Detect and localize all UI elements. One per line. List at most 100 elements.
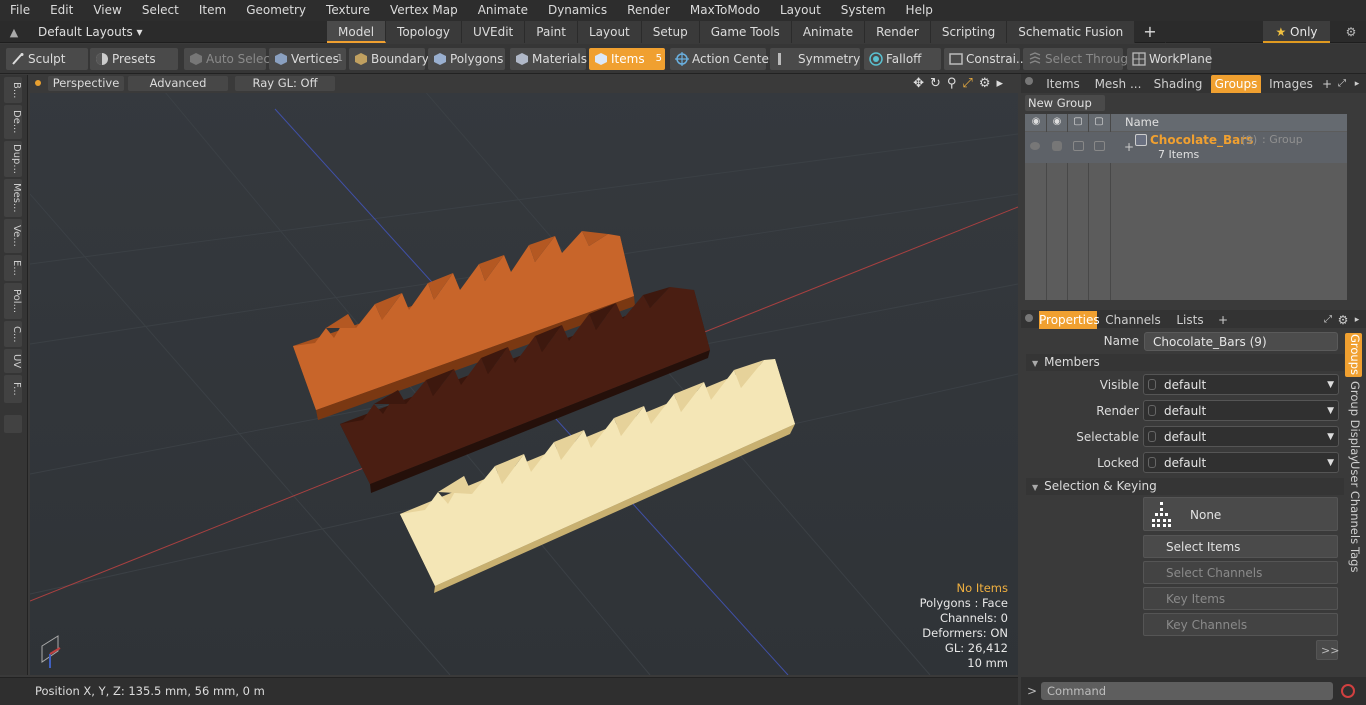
new-group-button[interactable]: New Group <box>1025 95 1105 111</box>
gear-icon[interactable]: ⚙ <box>1336 21 1366 43</box>
panel-popout-icon[interactable]: ⤢ <box>1335 75 1349 93</box>
name-field[interactable]: Chocolate_Bars (9) <box>1144 332 1338 351</box>
tab-groups[interactable]: Groups <box>1211 75 1261 93</box>
tab-topology[interactable]: Topology <box>386 21 463 43</box>
viewport-expand-icon[interactable]: ▸ <box>996 75 1003 92</box>
groups-scrollbar[interactable] <box>1350 114 1362 300</box>
rotate-view-icon[interactable]: ↻ <box>930 75 941 92</box>
tab-channels[interactable]: Channels <box>1103 311 1163 329</box>
polygons-button[interactable]: Polygons <box>428 48 505 70</box>
tab-images[interactable]: Images <box>1265 75 1317 93</box>
menu-render[interactable]: Render <box>617 0 680 21</box>
constraints-button[interactable]: Constrai... <box>944 48 1027 70</box>
viewport-menu-icon[interactable] <box>35 80 41 86</box>
record-macro-icon[interactable] <box>1341 684 1355 698</box>
side-tab-tags[interactable]: Tags <box>1345 545 1362 575</box>
panel-expand-icon[interactable]: ▸ <box>1351 75 1363 93</box>
vertices-button[interactable]: Vertices 1 <box>269 48 346 70</box>
menu-texture[interactable]: Texture <box>316 0 380 21</box>
strip-tab-mesh[interactable]: Mes... <box>4 179 22 217</box>
tab-scripting[interactable]: Scripting <box>930 21 1008 43</box>
render-dropdown[interactable]: default ▼ <box>1143 400 1339 421</box>
render-camera-icon[interactable]: ◉ <box>1050 116 1064 129</box>
strip-tab-curve[interactable]: C... <box>4 321 22 347</box>
strip-tab-vertex[interactable]: Ve... <box>4 219 22 253</box>
side-tab-groups[interactable]: Groups <box>1345 333 1362 377</box>
selection-keying-section[interactable]: ▼ Selection & Keying <box>1026 478 1344 495</box>
name-column-header[interactable]: Name <box>1125 115 1159 129</box>
strip-tab-uv[interactable]: UV <box>4 349 22 373</box>
auto-select-button[interactable]: Auto Select <box>184 48 275 70</box>
boundary-button[interactable]: Boundary <box>349 48 429 70</box>
tab-render[interactable]: Render <box>865 21 931 43</box>
props-popout-icon[interactable]: ⤢ <box>1321 311 1335 329</box>
row-render-toggle[interactable] <box>1052 141 1062 151</box>
tab-shading[interactable]: Shading <box>1151 75 1205 93</box>
tab-properties[interactable]: Properties <box>1039 311 1100 329</box>
panel-menu-icon[interactable] <box>1025 77 1033 85</box>
expand-icon[interactable]: + <box>1124 140 1134 154</box>
add-panel-tab-icon[interactable]: + <box>1321 75 1333 93</box>
menu-file[interactable]: File <box>0 0 40 21</box>
presets-button[interactable]: Presets <box>90 48 178 70</box>
props-expand-icon[interactable]: ▸ <box>1351 311 1363 329</box>
menu-maxtomodo[interactable]: MaxToModo <box>680 0 770 21</box>
selectable-cube-icon[interactable]: ▢ <box>1071 116 1085 129</box>
scene-canvas[interactable] <box>30 74 1018 675</box>
tab-items[interactable]: Items <box>1039 75 1087 93</box>
raygl-button[interactable]: Ray GL: Off <box>235 76 335 91</box>
only-toggle[interactable]: ★ Only <box>1263 21 1330 43</box>
menu-view[interactable]: View <box>83 0 131 21</box>
locked-dropdown[interactable]: default ▼ <box>1143 452 1339 473</box>
zoom-view-icon[interactable]: ⚲ <box>947 75 957 92</box>
tab-game-tools[interactable]: Game Tools <box>699 21 792 43</box>
row-visible-toggle[interactable] <box>1030 142 1040 150</box>
fit-view-icon[interactable]: ⤢ <box>962 75 972 92</box>
side-tab-user-channels[interactable]: User Channels <box>1345 461 1362 544</box>
view-mode-button[interactable]: Perspective <box>48 76 124 91</box>
visible-dropdown[interactable]: default ▼ <box>1143 374 1339 395</box>
3d-viewport[interactable]: Perspective Advanced Ray GL: Off ✥ ↻ ⚲ ⤢… <box>30 74 1018 675</box>
key-items-button[interactable]: Key Items <box>1143 587 1338 610</box>
falloff-button[interactable]: Falloff <box>864 48 941 70</box>
action-center-button[interactable]: Action Center <box>670 48 774 70</box>
strip-tab-deform[interactable]: De... <box>4 105 22 139</box>
add-tab-icon[interactable]: + <box>1135 21 1166 43</box>
layout-selector[interactable]: Default Layouts ▾ <box>28 25 143 39</box>
symmetry-button[interactable]: Symmetry <box>770 48 860 70</box>
command-input[interactable]: Command <box>1041 682 1333 700</box>
menu-select[interactable]: Select <box>132 0 189 21</box>
tab-schematic-fusion[interactable]: Schematic Fusion <box>1007 21 1136 43</box>
members-section[interactable]: ▼ Members <box>1026 354 1344 371</box>
selectable-dropdown[interactable]: default ▼ <box>1143 426 1339 447</box>
select-items-button[interactable]: Select Items <box>1143 535 1338 558</box>
menu-animate[interactable]: Animate <box>468 0 538 21</box>
row-lock-toggle[interactable] <box>1094 141 1105 151</box>
select-through-button[interactable]: Select Through <box>1023 48 1136 70</box>
add-props-tab-icon[interactable]: + <box>1217 311 1229 329</box>
menu-dynamics[interactable]: Dynamics <box>538 0 617 21</box>
key-channels-button[interactable]: Key Channels <box>1143 613 1338 636</box>
sculpt-button[interactable]: Sculpt <box>6 48 88 70</box>
viewport-settings-icon[interactable]: ⚙ <box>979 75 991 92</box>
tab-layout[interactable]: Layout <box>577 21 642 43</box>
lock-cube-icon[interactable]: ▢ <box>1092 116 1106 129</box>
menu-vertex-map[interactable]: Vertex Map <box>380 0 468 21</box>
materials-button[interactable]: Materials <box>510 48 587 70</box>
workplane-button[interactable]: WorkPlane <box>1127 48 1212 70</box>
strip-tab-polygon[interactable]: Pol... <box>4 283 22 319</box>
strip-tab-b[interactable]: B... <box>4 77 22 103</box>
tab-paint[interactable]: Paint <box>525 21 578 43</box>
move-view-icon[interactable]: ✥ <box>913 75 924 92</box>
menu-layout[interactable]: Layout <box>770 0 831 21</box>
strip-tab-edge[interactable]: E... <box>4 255 22 281</box>
menu-edit[interactable]: Edit <box>40 0 83 21</box>
row-selectable-toggle[interactable] <box>1073 141 1084 151</box>
properties-menu-icon[interactable] <box>1025 314 1033 322</box>
menu-geometry[interactable]: Geometry <box>236 0 316 21</box>
props-settings-icon[interactable]: ⚙ <box>1337 311 1349 329</box>
tab-lists[interactable]: Lists <box>1169 311 1211 329</box>
eye-icon[interactable]: ◉ <box>1029 116 1043 129</box>
shading-mode-button[interactable]: Advanced <box>128 76 228 91</box>
side-tab-group-display[interactable]: Group Display <box>1345 381 1362 462</box>
